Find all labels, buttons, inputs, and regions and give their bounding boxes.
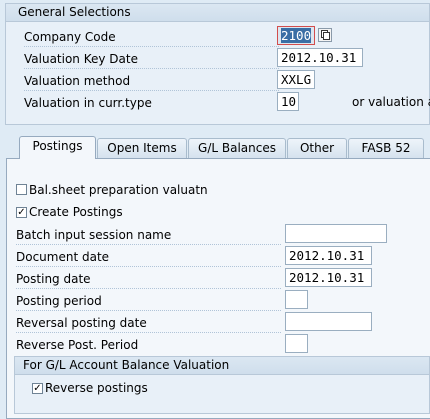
posting-period-field[interactable] — [285, 290, 308, 309]
company-code-label: Company Code — [24, 27, 279, 47]
tab-fasb-52[interactable]: FASB 52 — [348, 138, 424, 158]
valuation-method-label: Valuation method — [24, 71, 279, 91]
tab-open-items[interactable]: Open Items — [97, 138, 187, 158]
create-postings-checkbox[interactable]: ✓ — [16, 207, 27, 218]
tab-other[interactable]: Other — [287, 138, 347, 158]
posting-date-field[interactable]: 2012.10.31 — [285, 268, 372, 287]
reverse-period-field[interactable] — [285, 334, 308, 353]
copy-icon[interactable] — [318, 28, 332, 42]
valuation-curr-type-field[interactable]: 10 — [277, 92, 299, 111]
document-date-label: Document date — [16, 247, 281, 267]
bal-sheet-checkbox[interactable] — [16, 184, 27, 195]
tab-postings[interactable]: Postings — [19, 136, 96, 159]
reversal-date-field[interactable] — [285, 312, 372, 331]
document-date-field[interactable]: 2012.10.31 — [285, 246, 372, 265]
posting-period-label: Posting period — [16, 291, 281, 311]
company-code-field[interactable]: 2100 — [277, 26, 315, 45]
create-postings-label: Create Postings — [29, 205, 123, 219]
posting-date-label: Posting date — [16, 269, 281, 289]
reverse-period-label: Reverse Post. Period — [16, 338, 139, 352]
batch-session-field[interactable] — [285, 224, 387, 243]
reverse-postings-label: Reverse postings — [45, 381, 148, 395]
tab-gl-balances[interactable]: G/L Balances — [188, 138, 286, 158]
valuation-key-date-field[interactable]: 2012.10.31 — [277, 48, 363, 67]
general-selections-title: General Selections — [6, 4, 429, 22]
gl-balance-title: For G/L Account Balance Valuation — [15, 357, 429, 375]
valuation-curr-type-label: Valuation in curr.type — [24, 96, 152, 110]
bal-sheet-label: Bal.sheet preparation valuatn — [29, 183, 208, 197]
valuation-area-text: or valuation ar — [352, 95, 430, 109]
reversal-date-label: Reversal posting date — [16, 313, 281, 333]
valuation-key-date-label: Valuation Key Date — [24, 49, 279, 69]
batch-session-label: Batch input session name — [16, 225, 281, 245]
valuation-method-field[interactable]: XXLG — [277, 70, 315, 89]
reverse-postings-checkbox[interactable]: ✓ — [32, 383, 43, 394]
